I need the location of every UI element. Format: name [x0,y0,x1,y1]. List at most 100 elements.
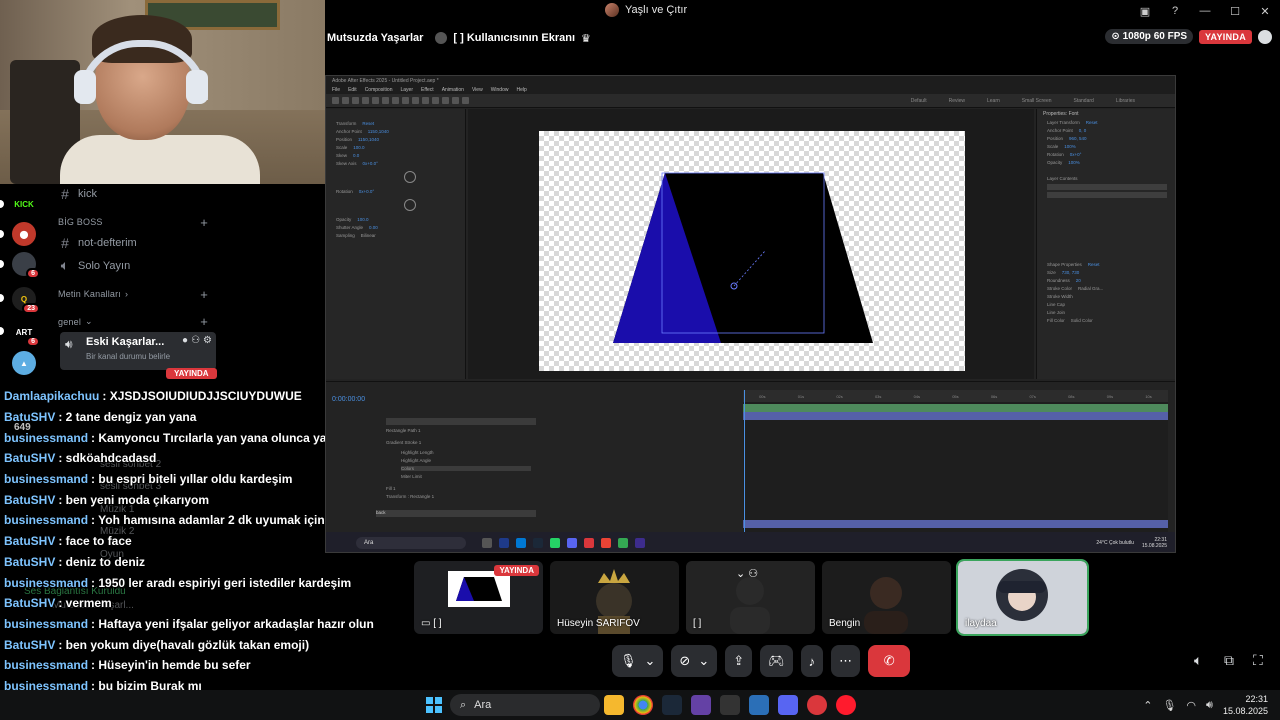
timeline-ruler: 00s 01s 02s 03s 04s 05s 06s 07s 08s 09s 10s [743,390,1168,402]
timeline-tracks[interactable] [743,402,1168,532]
unread-dot [0,230,4,238]
speaker-icon[interactable]: 🔊︎ [1206,699,1213,712]
channel-not-defterim[interactable]: # not-defterim [58,235,137,251]
window-title: Yaşlı ve Çıtır [625,4,688,16]
ae-menu-item: Animation [441,86,464,93]
app-icon[interactable] [749,695,769,715]
ae-menu-item: Window [490,86,509,93]
wifi-icon[interactable]: ◠ [1186,699,1196,712]
leave-call-button[interactable]: ✆ [868,645,911,677]
ae-properties-panel: Properties: Font Layer Transform Reset An… [1036,109,1175,379]
breadcrumb-channel[interactable]: Mutsuzda Yaşarlar [327,32,423,44]
chevron-down-icon[interactable]: ⌄ [698,653,709,669]
composition-canvas[interactable] [539,131,965,371]
playhead[interactable] [744,390,745,532]
participant-tile[interactable]: Hüseyin SARIFOV [550,561,679,634]
ae-timeline[interactable]: 0:00:00:00 Rectangle Path 1 Gradient Str… [326,381,1175,532]
stream-quality-badge[interactable]: ⊙ 1080p 60 FPS [1105,29,1194,44]
ae-menu-item: Edit [348,86,357,93]
collapse-icon[interactable]: ⌄ ⚇ [736,567,758,580]
file-explorer-icon[interactable] [604,695,624,715]
server-art[interactable]: ART 6 [12,320,40,347]
chevron-up-icon[interactable]: ⌃ [1143,699,1152,712]
layer-bar[interactable] [743,404,1168,412]
close-button[interactable]: ✕ [1250,0,1280,22]
minimize-button[interactable]: — [1190,0,1220,22]
ae-composition-viewer[interactable] [468,109,1034,379]
ae-menu-item: File [332,86,341,93]
participant-tile[interactable]: ⌄ ⚇ [ ] [686,561,815,634]
app-icon[interactable] [807,695,827,715]
server-kick[interactable]: KICK [12,192,36,216]
soundboard-button[interactable]: ♪ [800,645,824,677]
more-options-button[interactable]: ⋯ [831,645,861,677]
shared-screen[interactable]: Adobe After Effects 2025 - Untitled Proj… [325,75,1176,553]
opera-icon[interactable] [836,695,856,715]
add-channel-icon[interactable]: + [200,287,208,302]
taskbar-search[interactable]: ⌕ Ara [450,694,600,716]
chat-message: businessmand: Hüseyin'in hemde bu sefer [4,658,251,673]
category-big-boss[interactable]: BİG BOSS + [58,215,208,230]
chrome-icon[interactable] [633,695,653,715]
activity-button[interactable]: 🎮︎ [760,645,793,677]
gear-icon[interactable]: ⚙ [203,335,212,346]
chevron-down-icon: ⌄ [85,316,93,326]
epic-games-icon[interactable] [720,695,740,715]
server-6[interactable]: ▲ [12,351,36,375]
add-member-icon[interactable]: ⚇ [191,335,200,346]
category-genel[interactable]: genel ⌄ + [58,314,208,329]
screen-share-label: [ ] Kullanıcısının Ekranı ♛ [435,32,591,45]
layer-bar[interactable] [743,520,1168,528]
discord-icon[interactable] [778,695,798,715]
participant-tile-screen[interactable]: YAYINDA ▭ [ ] [414,561,543,634]
add-channel-icon[interactable]: + [200,314,208,329]
microphone-icon[interactable]: 🎙︎ [1162,699,1176,712]
fullscreen-icon[interactable]: ⛶ [1253,652,1263,669]
chevron-down-icon[interactable]: ⌄ [645,653,656,669]
server-4[interactable]: Q 23 [12,287,40,314]
voice-channel-solo-yayin[interactable]: 🔈︎ Solo Yayın [58,257,130,274]
ae-title-bar: Adobe After Effects 2025 - Untitled Proj… [326,76,1175,85]
microphone-button[interactable]: 🎙︎ ⌄ [612,645,664,677]
layer-bar[interactable] [743,412,1168,420]
ae-menu-item: Help [516,86,527,93]
clock[interactable]: 22:31 15.08.2025 [1223,693,1268,717]
chat-bubble-icon[interactable]: ● [182,335,188,346]
trapezoid-shape [613,172,873,343]
maximize-button[interactable]: ☐ [1220,0,1250,22]
live-badge: YAYINDA [1199,29,1252,44]
channel-list: # kick BİG BOSS + # not-defterim 🔈︎ Solo… [52,184,216,384]
hash-icon: # [61,235,69,251]
participant-name: ▭ [ ] [421,618,442,629]
active-voice-channel[interactable]: 🔊︎ Eski Kaşarlar... Bir kanal durumu bel… [60,332,216,370]
ae-menu-bar: File Edit Composition Layer Effect Anima… [326,85,1175,94]
window-controls: ▣ ? — ☐ ✕ [1130,0,1280,22]
shared-tray: 24°C Çok bulutlu 22:31 15.08.2025 [1096,537,1167,549]
server-3[interactable]: 6 [12,252,40,279]
avatar-icon [435,32,448,44]
participant-tile-speaking[interactable]: ilaydaa [956,559,1089,636]
active-voice-name: Eski Kaşarlar... [86,336,165,348]
channel-status[interactable]: Bir kanal durumu belirle [86,352,170,361]
start-button[interactable] [426,697,442,713]
screen-share-button[interactable]: ⇪ [725,645,753,677]
add-channel-icon[interactable]: + [200,215,208,230]
app-icon[interactable] [691,695,711,715]
inbox-icon[interactable]: ▣ [1130,0,1160,22]
window-title-group: Yaşlı ve Çıtır [605,3,687,17]
volume-icon[interactable]: 🔈︎ [1194,652,1202,669]
search-icon: ⌕ [460,698,467,711]
pop-out-icon[interactable]: ⧉ [1224,652,1234,669]
shared-taskbar: Ara 24°C Çok bulutlu 22:31 15.08.2025 [326,532,1175,552]
ae-menu-item: Effect [421,86,434,93]
help-icon[interactable]: ? [1160,0,1190,22]
timeline-timecode: 0:00:00:00 [332,396,366,403]
server-2[interactable]: ⬤ [12,222,36,246]
camera-button[interactable]: ⊘ ⌄ [671,645,718,677]
steam-icon[interactable] [662,695,682,715]
category-metin-kanallari[interactable]: Metin Kanalları › + [58,287,208,302]
tile-live-badge: YAYINDA [494,565,539,576]
participant-tile[interactable]: Bengin [822,561,951,634]
channel-kick[interactable]: # kick [58,186,97,202]
chat-icon[interactable] [1258,29,1272,44]
